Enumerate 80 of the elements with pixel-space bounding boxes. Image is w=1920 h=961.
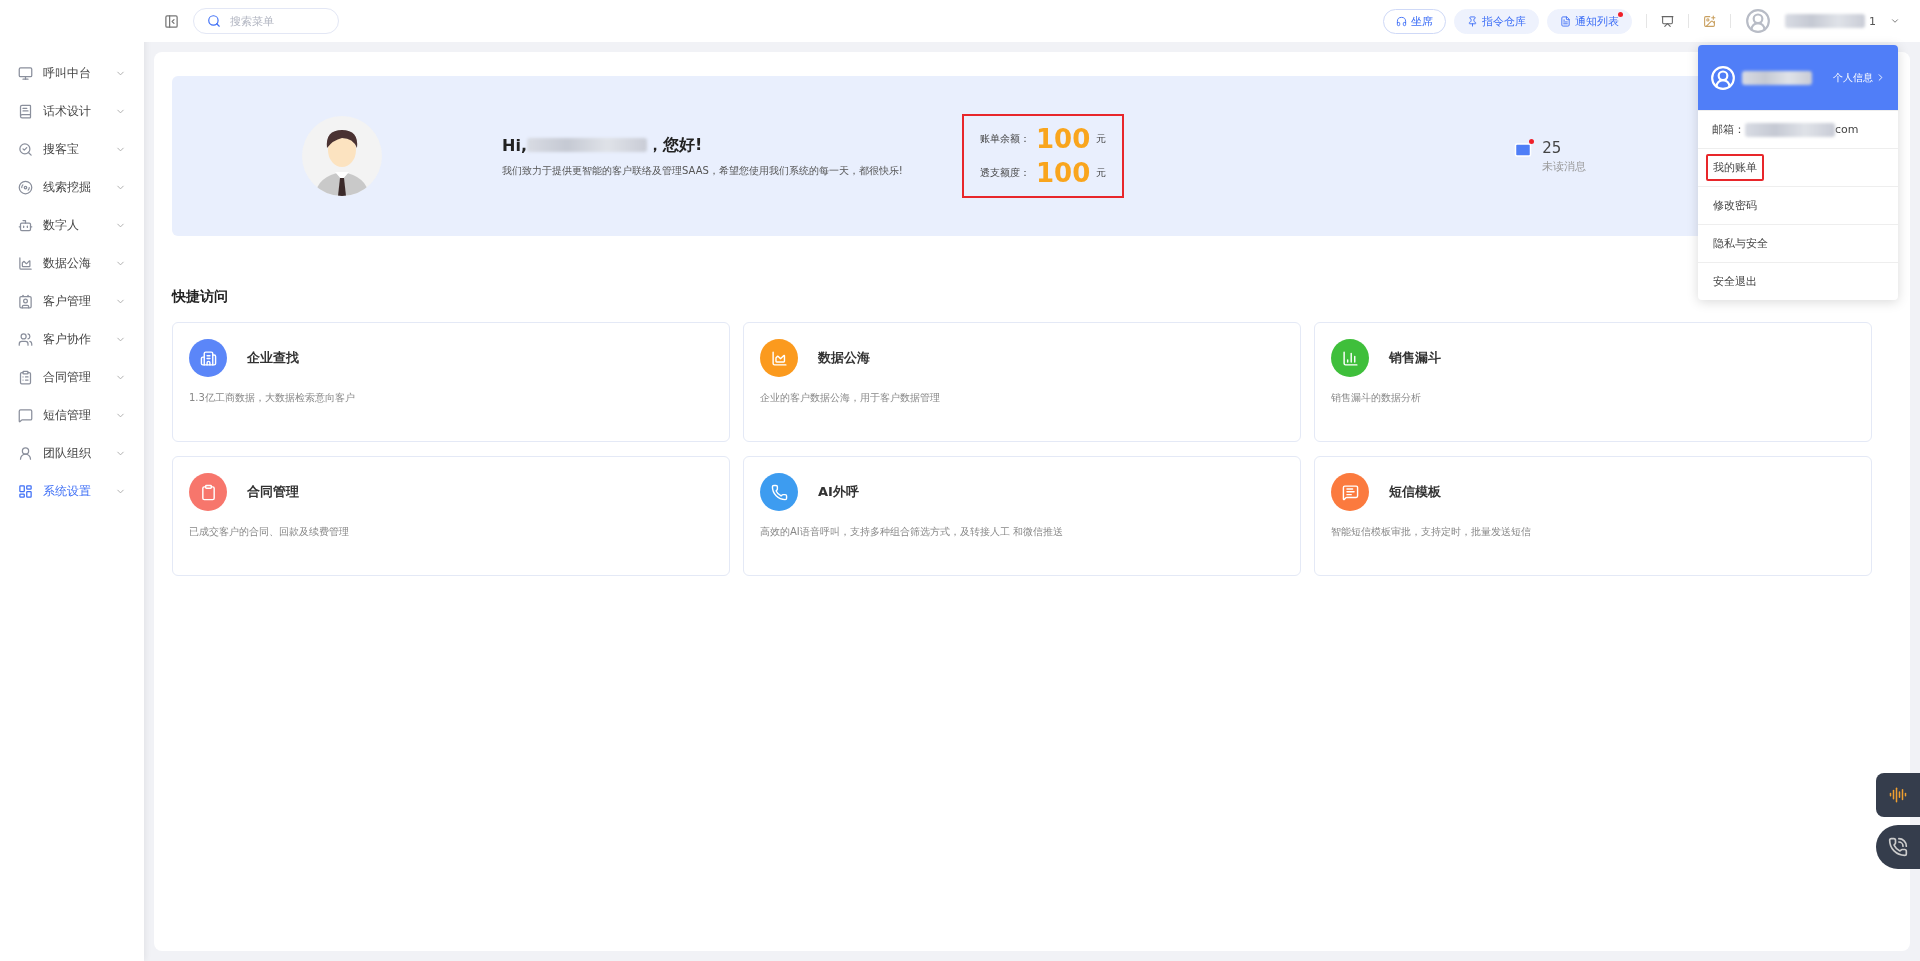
book-icon — [18, 103, 33, 119]
profile-link[interactable]: 个人信息 — [1833, 70, 1886, 85]
caret-icon[interactable] — [1890, 16, 1900, 26]
balance-label: 账单余额： — [980, 132, 1030, 146]
balance-label: 透支额度： — [980, 166, 1030, 180]
phone-icon — [1888, 837, 1908, 857]
card-description: 智能短信模板审批，支持定时，批量发送短信 — [1331, 525, 1532, 539]
sidebar-item[interactable]: 呼叫中台 — [0, 54, 144, 92]
blurred-username — [1742, 70, 1812, 85]
quick-access-card[interactable]: AI外呼 高效的AI语音呼叫，支持多种组合筛选方式，及转接人工 和微信推送 — [743, 456, 1301, 576]
quick-access-card[interactable]: 短信模板 智能短信模板审批，支持定时，批量发送短信 — [1314, 456, 1872, 576]
dashboard-icon — [18, 483, 33, 499]
sidebar-item[interactable]: 系统设置 — [0, 472, 144, 510]
card-description: 已成交客户的合同、回款及续费管理 — [189, 525, 350, 539]
screen-icon[interactable] — [1661, 14, 1674, 28]
mail-icon[interactable] — [1514, 140, 1533, 159]
robot-icon — [18, 217, 33, 233]
menu-item[interactable]: 安全退出 — [1706, 268, 1764, 295]
monitor-icon — [18, 65, 33, 81]
card-description: 1.3亿工商数据，大数据检索意向客户 — [189, 391, 356, 405]
balance-value: 100 — [1036, 158, 1091, 188]
phone-assistant-button[interactable] — [1876, 825, 1920, 869]
users-icon — [18, 331, 33, 347]
quick-access-card[interactable]: 数据公海 企业的客户数据公海，用于客户数据管理 — [743, 322, 1301, 442]
toolbar-button[interactable]: 坐席 — [1383, 8, 1446, 34]
sidebar-item[interactable]: 线索挖掘 — [0, 168, 144, 206]
headset-icon — [1396, 15, 1407, 27]
unread-label: 未读消息 — [1542, 158, 1587, 174]
greeting-text: Hi, — [502, 135, 527, 155]
sidebar-item[interactable]: 话术设计 — [0, 92, 144, 130]
email-text: 邮箱： com — [1711, 122, 1859, 137]
menu-toggle-icon[interactable] — [164, 13, 179, 29]
avatar-icon — [1710, 64, 1736, 91]
menu-item[interactable]: 隐私与安全 — [1706, 230, 1775, 257]
document-icon — [1560, 15, 1571, 27]
currency-unit: 元 — [1096, 166, 1107, 180]
sidebar-item[interactable]: 数据公海 — [0, 244, 144, 282]
search-icon — [207, 14, 221, 28]
balance-value: 100 — [1036, 124, 1091, 154]
greeting-text: ，您好! — [646, 134, 703, 156]
card-title: 合同管理 — [247, 483, 299, 501]
contact-icon — [18, 293, 33, 309]
sidebar-item[interactable]: 客户协作 — [0, 320, 144, 358]
quick-access-card[interactable]: 销售漏斗 销售漏斗的数据分析 — [1314, 322, 1872, 442]
quick-access-card[interactable]: 企业查找 1.3亿工商数据，大数据检索意向客户 — [172, 322, 730, 442]
section-title: 快捷访问 — [172, 288, 229, 306]
user-icon — [18, 445, 33, 461]
clipboard-icon — [18, 369, 33, 385]
card-description: 销售漏斗的数据分析 — [1331, 391, 1422, 405]
card-title: 销售漏斗 — [1389, 349, 1441, 367]
toolbar-button[interactable]: 通知列表 — [1547, 8, 1632, 34]
chart-icon — [18, 255, 33, 271]
menu-item[interactable]: 修改密码 — [1706, 192, 1764, 219]
card-title: AI外呼 — [818, 483, 859, 501]
chat-icon — [18, 407, 33, 423]
pin-icon — [1467, 15, 1478, 27]
menu-item[interactable]: 我的账单 — [1706, 154, 1764, 181]
username-text: 1 — [1869, 14, 1876, 28]
toolbar-button[interactable]: 指令仓库 — [1454, 8, 1539, 34]
voice-chat-button[interactable] — [1876, 773, 1920, 817]
sidebar-item[interactable]: 数字人 — [0, 206, 144, 244]
card-title: 短信模板 — [1389, 483, 1441, 501]
sidebar-item[interactable]: 团队组织 — [0, 434, 144, 472]
unread-count: 25 — [1542, 138, 1563, 157]
search-icon — [18, 141, 33, 157]
currency-unit: 元 — [1096, 132, 1107, 146]
card-title: 数据公海 — [818, 349, 870, 367]
sidebar-item[interactable]: 搜客宝 — [0, 130, 144, 168]
quick-access-card[interactable]: 合同管理 已成交客户的合同、回款及续费管理 — [172, 456, 730, 576]
card-title: 企业查找 — [247, 349, 299, 367]
search-field[interactable]: 搜索菜单 — [193, 8, 339, 34]
disc-icon — [18, 179, 33, 195]
card-description: 高效的AI语音呼叫，支持多种组合筛选方式，及转接人工 和微信推送 — [760, 525, 1064, 539]
sidebar-item[interactable]: 客户管理 — [0, 282, 144, 320]
welcome-subtitle: 我们致力于提供更智能的客户联络及管理SAAS，希望您使用我们系统的每一天，都很快乐! — [502, 163, 904, 178]
audio-icon — [1889, 786, 1907, 804]
sidebar-item[interactable]: 合同管理 — [0, 358, 144, 396]
image-icon[interactable] — [1703, 14, 1716, 28]
sidebar-item[interactable]: 短信管理 — [0, 396, 144, 434]
card-description: 企业的客户数据公海，用于客户数据管理 — [760, 391, 941, 405]
